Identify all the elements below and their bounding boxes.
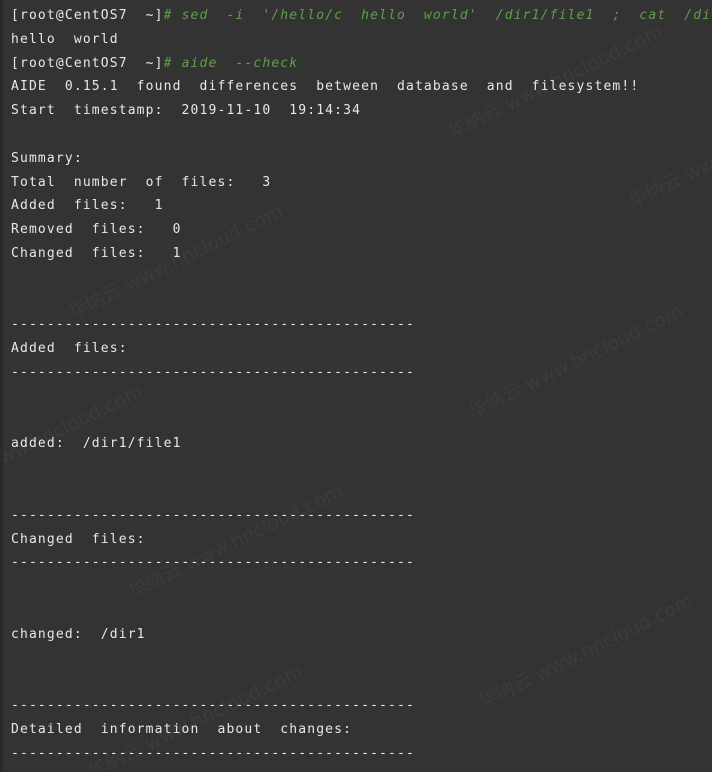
output-start-timestamp-segment-0: Start timestamp: 2019-11-10 19:14:34 xyxy=(11,103,362,119)
terminal-output-buffer[interactable]: [root@CentOS7 ~]# sed -i '/hello/c hello… xyxy=(3,0,712,772)
output-hello-world-segment-0: hello world xyxy=(11,31,119,47)
separator-rule: ----------------------------------------… xyxy=(11,742,712,766)
separator-rule-segment-0: ----------------------------------------… xyxy=(11,745,415,761)
output-added-entry: added: /dir1/file1 xyxy=(11,432,712,456)
separator-rule: ----------------------------------------… xyxy=(11,313,712,337)
output-removed-files-count-segment-0: Removed files: 0 xyxy=(11,222,182,238)
output-added-files-heading: Added files: xyxy=(11,337,712,361)
output-changed-files-count-segment-0: Changed files: 1 xyxy=(11,245,182,261)
terminal-window[interactable]: 华纳云 www.hncloud.com华纳云 www.hncloud.com华纳… xyxy=(0,0,712,772)
separator-rule: ----------------------------------------… xyxy=(11,361,712,385)
command-line-aide-check-segment-1: # aide --check xyxy=(163,55,299,71)
output-added-entry-segment-0: added: /dir1/file1 xyxy=(11,436,182,452)
output-changed-files-heading-segment-0: Changed files: xyxy=(11,531,146,547)
output-summary-heading: Summary: xyxy=(11,147,712,171)
output-detailed-information-heading: Detailed information about changes: xyxy=(11,718,712,742)
output-start-timestamp: Start timestamp: 2019-11-10 19:14:34 xyxy=(11,99,712,123)
separator-rule: ----------------------------------------… xyxy=(11,504,712,528)
separator-rule: ----------------------------------------… xyxy=(11,694,712,718)
separator-rule-segment-0: ----------------------------------------… xyxy=(11,698,415,714)
output-changed-entry: changed: /dir1 xyxy=(11,623,712,647)
separator-rule: ----------------------------------------… xyxy=(11,551,712,575)
output-added-files-count: Added files: 1 xyxy=(11,194,712,218)
output-aide-version-banner-segment-0: AIDE 0.15.1 found differences between da… xyxy=(11,79,640,95)
output-changed-entry-segment-0: changed: /dir1 xyxy=(11,626,146,642)
command-line-sed-cat: [root@CentOS7 ~]# sed -i '/hello/c hello… xyxy=(11,4,712,28)
command-line-aide-check-segment-0: [root@CentOS7 ~] xyxy=(11,55,164,71)
output-added-files-heading-segment-0: Added files: xyxy=(11,341,128,357)
command-line-sed-cat-segment-1: # sed -i '/hello/c hello world' /dir1/fi… xyxy=(163,8,712,23)
output-hello-world: hello world xyxy=(11,28,712,52)
separator-rule-segment-0: ----------------------------------------… xyxy=(11,555,415,571)
command-line-aide-check: [root@CentOS7 ~]# aide --check xyxy=(11,52,712,76)
separator-rule-segment-0: ----------------------------------------… xyxy=(11,507,415,523)
output-total-number-of-files-segment-0: Total number of files: 3 xyxy=(11,174,272,190)
output-added-files-count-segment-0: Added files: 1 xyxy=(11,198,164,214)
output-total-number-of-files: Total number of files: 3 xyxy=(11,171,712,195)
separator-rule-segment-0: ----------------------------------------… xyxy=(11,364,415,380)
output-aide-version-banner: AIDE 0.15.1 found differences between da… xyxy=(11,75,712,99)
command-line-sed-cat-segment-0: [root@CentOS7 ~] xyxy=(11,8,164,23)
output-changed-files-heading: Changed files: xyxy=(11,528,712,552)
separator-rule-segment-0: ----------------------------------------… xyxy=(11,317,415,333)
output-summary-heading-segment-0: Summary: xyxy=(11,150,83,166)
output-removed-files-count: Removed files: 0 xyxy=(11,218,712,242)
output-changed-files-count: Changed files: 1 xyxy=(11,242,712,266)
output-detailed-information-heading-segment-0: Detailed information about changes: xyxy=(11,721,353,737)
